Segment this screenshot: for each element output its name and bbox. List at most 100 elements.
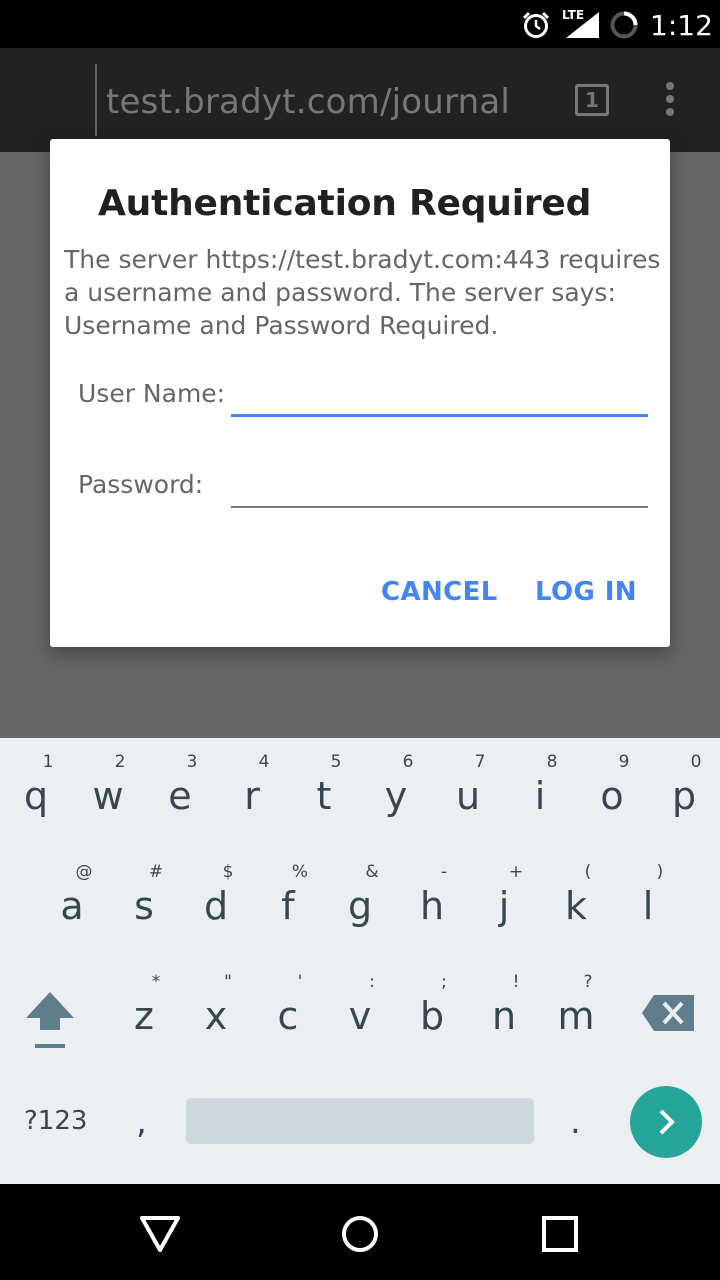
key-hint: 2 (114, 752, 126, 772)
key-label: p (671, 774, 697, 818)
key-hint: 9 (618, 752, 630, 772)
key-hint: 4 (258, 752, 270, 772)
key-t[interactable]: 5t (288, 738, 360, 838)
key-label: b (419, 994, 445, 1038)
key-hint: 1 (42, 752, 54, 772)
key-i[interactable]: 8i (504, 738, 576, 838)
soft-keyboard: ?123 , . 1 q 2 w 3 e 4 r 5 t 6 y 7 u 8 i 9 o 0 p @ a # s $ d% f & g -… (0, 738, 720, 1184)
username-field[interactable] (231, 371, 648, 417)
key-label: d (203, 884, 229, 928)
key-hint: ( (584, 862, 592, 882)
dialog-title: Authentication Required (98, 183, 592, 224)
key-label: e (168, 774, 192, 818)
tab-switcher-button[interactable]: 1 (575, 84, 609, 116)
key-label: m (557, 994, 595, 1038)
key-label: z (134, 994, 154, 1038)
key-h[interactable]: -h (396, 848, 468, 948)
key-hint: ) (656, 862, 664, 882)
key-label: k (564, 884, 587, 928)
key-label: i (534, 774, 546, 818)
key-hint: - (440, 862, 448, 882)
key-hint: + (508, 862, 524, 882)
key-label: o (600, 774, 624, 818)
go-button[interactable] (630, 1086, 702, 1158)
key-c[interactable]: ' c (252, 958, 324, 1058)
space-key[interactable] (186, 1098, 534, 1144)
browser-toolbar: test.bradyt.com/journal 1 (0, 48, 720, 152)
key-hint: 7 (474, 752, 486, 772)
key-o[interactable]: 9o (576, 738, 648, 838)
key-label: f (281, 884, 295, 928)
key-label: u (455, 774, 481, 818)
key-label: v (348, 994, 372, 1038)
back-icon[interactable] (138, 1212, 182, 1256)
key-v[interactable]: :v (324, 958, 396, 1058)
key-y[interactable]: 6y (360, 738, 432, 838)
key-hint: ! (512, 972, 520, 992)
key-hint: : (369, 972, 375, 992)
key-a[interactable]: @ a (36, 848, 108, 948)
cancel-button[interactable]: CANCEL (381, 577, 498, 607)
key-k[interactable]: (k (540, 848, 612, 948)
key-label: q (23, 774, 49, 818)
signal-icon (566, 12, 599, 38)
key-m[interactable]: ? m (540, 958, 612, 1058)
key-hint: % (291, 862, 309, 882)
key-d[interactable]: $ d (180, 848, 252, 948)
key-p[interactable]: 0p (648, 738, 720, 838)
chevron-right-icon (659, 1109, 675, 1135)
alarm-icon (522, 11, 550, 38)
key-label: h (419, 884, 445, 928)
key-q[interactable]: 1q (0, 738, 72, 838)
comma-key[interactable]: , (136, 1102, 147, 1142)
key-n[interactable]: ! n (468, 958, 540, 1058)
password-label: Password: (78, 470, 204, 499)
key-s[interactable]: # s (108, 848, 180, 948)
key-label: r (244, 774, 260, 818)
key-j[interactable]: + j (468, 848, 540, 948)
key-label: y (384, 774, 408, 818)
key-label: c (277, 994, 299, 1038)
key-f[interactable]: % f (252, 848, 324, 948)
key-label: a (60, 884, 84, 928)
shift-icon[interactable] (22, 990, 78, 1052)
key-label: s (134, 884, 154, 928)
key-u[interactable]: 7u (432, 738, 504, 838)
key-hint: & (365, 862, 379, 882)
symbols-key[interactable]: ?123 (24, 1106, 87, 1136)
key-hint: 0 (690, 752, 702, 772)
backspace-icon[interactable] (640, 993, 696, 1033)
system-nav-bar (0, 1184, 720, 1280)
key-b[interactable]: ; b (396, 958, 468, 1058)
key-w[interactable]: 2w (72, 738, 144, 838)
key-hint: ; (441, 972, 447, 992)
key-hint: $ (222, 862, 234, 882)
key-label: x (204, 994, 228, 1038)
clock: 1:12 (650, 9, 713, 42)
key-z[interactable]: * z (108, 958, 180, 1058)
key-hint: 3 (186, 752, 198, 772)
key-hint: 6 (402, 752, 414, 772)
recents-icon[interactable] (538, 1212, 582, 1256)
dialog-message: The server https://test.bradyt.com:443 r… (64, 245, 661, 340)
overflow-menu-icon[interactable] (660, 82, 680, 122)
key-label: w (92, 774, 124, 818)
key-label: l (642, 884, 654, 928)
key-x[interactable]: " x (180, 958, 252, 1058)
home-icon[interactable] (338, 1212, 382, 1256)
key-r[interactable]: 4r (216, 738, 288, 838)
auth-dialog: Authentication Required The server https… (50, 139, 670, 647)
key-hint: # (148, 862, 164, 882)
key-e[interactable]: 3e (144, 738, 216, 838)
key-hint: 5 (330, 752, 342, 772)
url-bar[interactable]: test.bradyt.com/journal (106, 82, 510, 122)
login-button[interactable]: LOG IN (535, 577, 637, 607)
key-g[interactable]: & g (324, 848, 396, 948)
key-label: j (498, 884, 510, 928)
period-key[interactable]: . (570, 1102, 581, 1142)
key-label: g (347, 884, 373, 928)
battery-icon (610, 11, 638, 39)
password-field[interactable] (231, 462, 648, 508)
key-hint: * (151, 972, 161, 992)
key-l[interactable]: ) l (612, 848, 684, 948)
